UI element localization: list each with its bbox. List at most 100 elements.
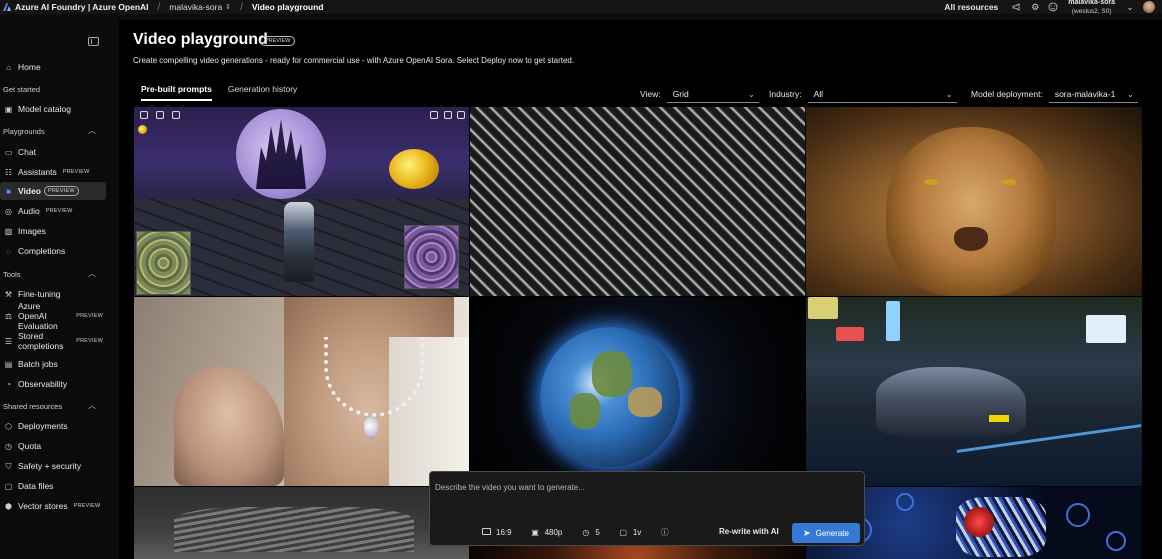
duration-option[interactable]: ◷ 5: [581, 528, 599, 537]
tab-generation-history[interactable]: Generation history: [228, 84, 297, 101]
variants-icon: ▢: [619, 528, 628, 537]
sidebar-item-label: Vector stores: [18, 501, 68, 511]
hud-icon: [172, 111, 180, 119]
chevron-up-icon[interactable]: ︿: [88, 400, 96, 411]
earth-shape: [540, 327, 680, 467]
send-icon: ➤: [803, 527, 811, 538]
hud-icon: [430, 111, 438, 119]
hud-icon: [444, 111, 452, 119]
neon-sign-shape: [1086, 315, 1126, 343]
preview-badge: PREVIEW: [62, 169, 90, 175]
image-icon: ▨: [4, 226, 13, 236]
home-icon: ⌂: [6, 62, 11, 72]
preview-badge: PREVIEW: [76, 313, 103, 319]
car-shape: [876, 367, 1026, 437]
all-resources-link[interactable]: All resources: [944, 2, 998, 12]
aspect-ratio-option[interactable]: 16:9: [482, 528, 512, 537]
breadcrumb-separator: /: [157, 1, 161, 13]
sidebar-item-video[interactable]: ■ Video PREVIEW: [0, 182, 106, 200]
sidebar-item-evaluation[interactable]: ⚖ Azure OpenAI Evaluation PREVIEW: [0, 301, 106, 331]
sidebar-item-safety[interactable]: ⛉ Safety + security: [0, 457, 106, 475]
sidebar-item-label: Audio: [18, 206, 40, 216]
sidebar-item-model-catalog[interactable]: ▣ Model catalog: [0, 100, 106, 118]
sidebar-item-observability[interactable]: ◔ Observability: [0, 375, 106, 393]
prompt-tile-necklace[interactable]: [134, 297, 469, 486]
prompt-composer: 16:9 ▣ 480p ◷ 5 ▢ 1v ⓘ Re-write with AI …: [429, 471, 865, 546]
sidebar-item-completions[interactable]: ◌ Completions: [0, 242, 106, 260]
help-option[interactable]: ⓘ: [660, 528, 674, 537]
megaphone-icon[interactable]: [1012, 2, 1022, 12]
preview-badge: PREVIEW: [45, 208, 73, 214]
deployment-label: Model deployment:: [971, 88, 1043, 99]
sidebar-item-chat[interactable]: ▭ Chat: [0, 143, 106, 161]
hero-shape: [284, 202, 314, 282]
view-dropdown[interactable]: Grid ⌄: [666, 86, 759, 103]
resolution-option[interactable]: ▣ 480p: [531, 528, 562, 537]
shield-icon: ⛉: [5, 461, 12, 471]
prompt-tile-car[interactable]: [806, 297, 1142, 486]
sidebar-item-assistants[interactable]: ☷ Assistants PREVIEW: [0, 163, 106, 181]
chevron-down-icon: ⌄: [747, 89, 755, 99]
gear-icon[interactable]: ⚙: [1030, 2, 1040, 12]
sidebar-item-label: Safety + security: [18, 461, 82, 471]
project-switch-icon[interactable]: ⇕: [225, 3, 231, 11]
sidebar-item-data-files[interactable]: ▢ Data files: [0, 477, 106, 495]
file-icon: ▢: [4, 481, 13, 491]
chevron-down-icon: ⌄: [945, 89, 953, 99]
collapse-sidebar-icon[interactable]: [88, 37, 99, 46]
account-region: (westus2, S0): [1071, 8, 1112, 15]
help-icon: ⓘ: [660, 528, 669, 537]
tab-pre-built-prompts[interactable]: Pre-built prompts: [141, 84, 212, 101]
prompt-tile-rock[interactable]: [134, 487, 469, 559]
cell-shape: [1066, 503, 1090, 527]
deployment-dropdown[interactable]: sora-malavika-1 ⌄: [1048, 86, 1138, 103]
prompt-input[interactable]: [435, 481, 855, 493]
sidebar-item-deployments[interactable]: ⬡ Deployments: [0, 417, 106, 435]
prompt-tile-game[interactable]: [134, 107, 469, 296]
brand-title[interactable]: Azure AI Foundry | Azure OpenAI: [15, 2, 149, 12]
prompt-tile-circuit[interactable]: [470, 107, 805, 296]
prompt-tile-lion[interactable]: [806, 107, 1142, 296]
industry-label: Industry:: [769, 88, 802, 99]
neon-sign-shape: [836, 327, 864, 341]
sidebar-item-stored-completions[interactable]: ☰ Stored completions PREVIEW: [0, 329, 106, 353]
prompt-options: 16:9 ▣ 480p ◷ 5 ▢ 1v ⓘ: [482, 528, 693, 537]
chevron-up-icon[interactable]: ︿: [88, 268, 96, 279]
sidebar-item-audio[interactable]: ◎ Audio PREVIEW: [0, 202, 106, 220]
cell-shape: [1106, 531, 1126, 551]
chevron-up-icon[interactable]: ︿: [88, 125, 96, 136]
sidebar-item-label: Quota: [18, 441, 42, 451]
tab-bar: Pre-built prompts Generation history: [141, 84, 313, 101]
hud-icon: [156, 111, 164, 119]
sidebar-item-home[interactable]: ⌂ Home: [0, 58, 106, 76]
deployments-icon: ⬡: [5, 421, 12, 431]
duration-value: 5: [595, 528, 600, 537]
sidebar-item-label: Observability: [18, 379, 68, 389]
sidebar-item-label: Model catalog: [18, 104, 71, 114]
sidebar-section-shared-resources: Shared resources: [3, 402, 63, 411]
chevron-down-icon[interactable]: ⌄: [1125, 2, 1135, 12]
sidebar-item-images[interactable]: ▨ Images: [0, 222, 106, 240]
avatar[interactable]: [1143, 1, 1155, 13]
sidebar-item-batch-jobs[interactable]: ▤ Batch jobs: [0, 355, 106, 373]
breadcrumb-project[interactable]: malavika-sora: [169, 2, 222, 12]
sidebar-item-quota[interactable]: ◷ Quota: [0, 437, 106, 455]
view-filter: View: Grid ⌄: [640, 85, 759, 103]
azure-logo-icon: [3, 3, 11, 11]
top-bar: Azure AI Foundry | Azure OpenAI / malavi…: [0, 0, 1162, 16]
aspect-ratio-icon: [482, 528, 491, 537]
smiley-icon[interactable]: [1048, 2, 1058, 12]
generate-button[interactable]: ➤ Generate: [792, 523, 860, 543]
prompt-tile-earth[interactable]: [470, 297, 805, 486]
sidebar-item-vector-stores[interactable]: ⬢ Vector stores PREVIEW: [0, 497, 106, 515]
industry-dropdown[interactable]: All ⌄: [807, 86, 957, 103]
sidebar-item-label: Video: [18, 186, 41, 196]
account-info[interactable]: malavika-sora (westus2, S0): [1068, 0, 1115, 16]
sidebar-item-label: Fine-tuning: [18, 289, 61, 299]
sidebar-section-playgrounds: Playgrounds: [3, 127, 45, 136]
video-icon: ■: [6, 186, 11, 196]
batch-icon: ▤: [4, 359, 13, 369]
variants-option[interactable]: ▢ 1v: [619, 528, 642, 537]
rewrite-with-ai-button[interactable]: Re-write with AI: [719, 527, 779, 536]
land-shape: [592, 351, 632, 397]
